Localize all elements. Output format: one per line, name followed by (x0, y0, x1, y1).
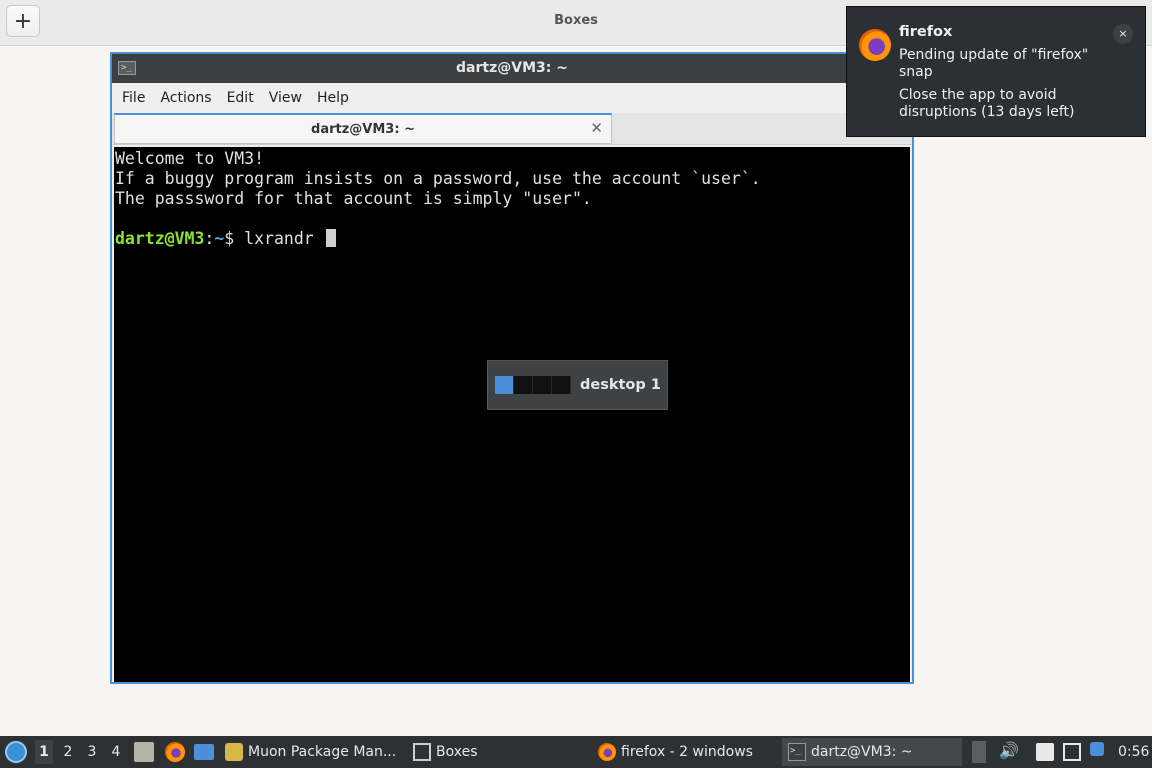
menu-view[interactable]: View (269, 90, 302, 106)
osd-desktop-label: desktop 1 (580, 377, 661, 393)
task-terminal[interactable]: >_ dartz@VM3: ~ (782, 738, 962, 766)
terminal-tab[interactable]: dartz@VM3: ~ ✕ (114, 113, 612, 144)
menu-edit[interactable]: Edit (227, 90, 254, 106)
osd-desktop-4-indicator (552, 376, 571, 394)
notification-body: Close the app to avoid disruptions (13 d… (899, 87, 1075, 120)
clock[interactable]: 0:56 (1118, 744, 1149, 760)
menu-help[interactable]: Help (317, 90, 349, 106)
notification-summary: Pending update of "firefox" snap (899, 47, 1089, 80)
clipboard-icon[interactable] (1036, 743, 1054, 761)
osd-desktop-2-indicator (514, 376, 533, 394)
terminal-window-title: dartz@VM3: ~ (456, 60, 568, 76)
prompt-colon: : (204, 229, 215, 248)
close-tab-icon[interactable]: ✕ (590, 119, 603, 137)
terminal-prompt-line: dartz@VM3:~$ lxrandr (115, 229, 910, 249)
terminal-titlebar[interactable]: >_ dartz@VM3: ~ (112, 54, 912, 83)
boxes-icon (413, 743, 431, 761)
show-desktop-icon[interactable] (194, 744, 214, 760)
update-notification[interactable]: firefox × Pending update of "firefox" sn… (846, 6, 1146, 137)
task-label: firefox - 2 windows (621, 744, 753, 760)
firefox-icon (598, 743, 616, 761)
terminal-line: Welcome to VM3! (115, 149, 265, 168)
terminal-tab-label: dartz@VM3: ~ (311, 122, 415, 137)
terminal-icon: >_ (788, 743, 806, 761)
notification-close-button[interactable]: × (1113, 24, 1133, 44)
workspace-2-button[interactable]: 2 (59, 744, 77, 760)
prompt-directory: ~ (214, 229, 225, 248)
task-label: dartz@VM3: ~ (811, 744, 913, 760)
terminal-output[interactable]: Welcome to VM3! If a buggy program insis… (114, 147, 910, 682)
firefox-icon (859, 29, 891, 61)
firefox-launcher-icon[interactable] (165, 742, 185, 762)
notification-app-name: firefox (899, 24, 953, 40)
typed-command: lxrandr (244, 229, 314, 248)
task-label: Muon Package Man... (248, 744, 397, 760)
terminal-line: The passsword for that account is simply… (115, 189, 592, 208)
desktop-switch-osd: desktop 1 (487, 360, 668, 410)
start-menu-icon[interactable] (5, 741, 27, 763)
file-manager-launcher-icon[interactable] (134, 742, 154, 762)
workspace-3-button[interactable]: 3 (83, 744, 101, 760)
workspace-4-button[interactable]: 4 (107, 744, 125, 760)
terminal-line: If a buggy program insists on a password… (115, 169, 761, 188)
menu-actions[interactable]: Actions (160, 90, 211, 106)
taskbar: 1 2 3 4 Muon Package Man... Boxes firefo… (0, 736, 1152, 768)
task-boxes[interactable]: Boxes (413, 738, 583, 766)
prompt-user-host: dartz@VM3 (115, 229, 205, 248)
volume-icon[interactable]: 🔊 (999, 741, 1019, 760)
taskbar-scroll-handle[interactable] (972, 741, 986, 763)
update-notifier-icon[interactable] (1090, 742, 1104, 756)
package-icon (225, 743, 243, 761)
task-muon-package-manager[interactable]: Muon Package Man... (225, 738, 405, 766)
workspace-1-button[interactable]: 1 (35, 740, 53, 764)
text-cursor (325, 229, 336, 247)
terminal-menubar: File Actions Edit View Help (112, 83, 912, 113)
menu-file[interactable]: File (122, 90, 145, 106)
network-icon[interactable] (1063, 743, 1081, 761)
task-label: Boxes (436, 744, 478, 760)
osd-desktop-1-indicator (495, 376, 514, 394)
terminal-tabbar: dartz@VM3: ~ ✕ (112, 113, 912, 145)
task-firefox[interactable]: firefox - 2 windows (598, 738, 773, 766)
prompt-symbol: $ (224, 229, 245, 248)
osd-desktop-3-indicator (533, 376, 552, 394)
